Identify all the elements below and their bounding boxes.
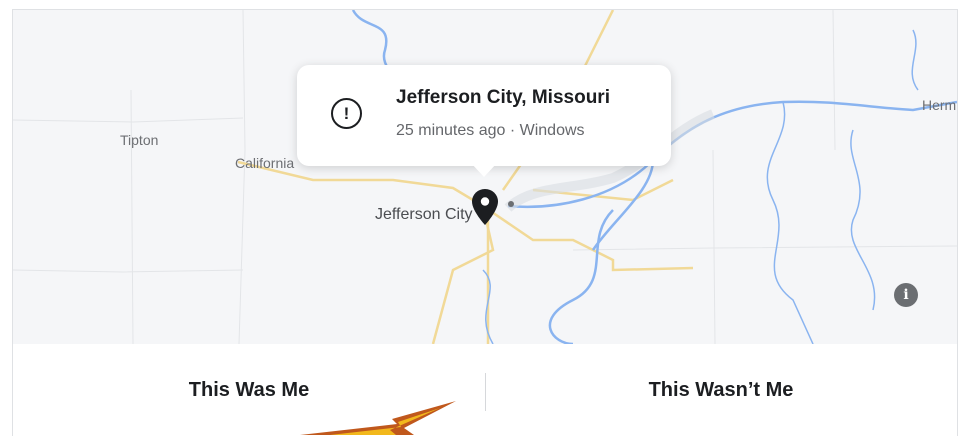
annotation-arrow-icon (300, 401, 456, 435)
